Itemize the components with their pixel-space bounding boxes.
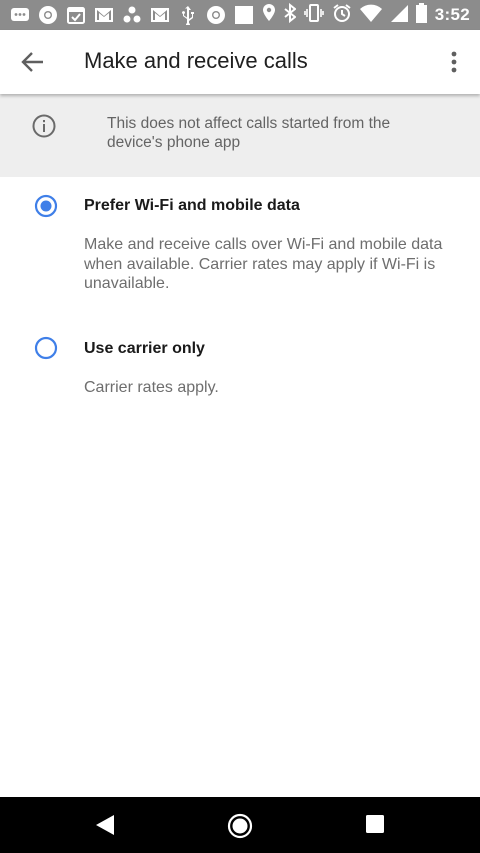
info-icon xyxy=(32,114,56,138)
option-carrier-only[interactable]: Use carrier only Carrier rates apply. xyxy=(0,320,480,420)
nav-recents-button[interactable] xyxy=(366,815,384,833)
page-title: Make and receive calls xyxy=(84,48,308,73)
back-button[interactable] xyxy=(20,50,46,74)
usb-icon xyxy=(178,5,198,27)
bluetooth-icon xyxy=(284,2,297,28)
signal-icon xyxy=(390,3,408,28)
navigation-bar xyxy=(0,797,480,853)
photos-icon xyxy=(122,5,142,25)
info-text: This does not affect calls started from … xyxy=(107,115,391,151)
vibrate-icon xyxy=(303,3,324,28)
nav-back-icon xyxy=(96,815,114,835)
arrow-back-icon xyxy=(21,52,43,72)
option-description: Make and receive calls over Wi-Fi and mo… xyxy=(84,236,443,292)
gmail-icon xyxy=(150,5,170,25)
status-time: 3:52 xyxy=(434,5,470,24)
option-label: Prefer Wi-Fi and mobile data xyxy=(84,197,300,214)
wifi-icon xyxy=(359,3,382,28)
notification-icons xyxy=(10,5,262,27)
radio-checked-icon xyxy=(34,194,58,218)
system-icons: 3:52 xyxy=(254,2,470,28)
nav-home-button[interactable] xyxy=(227,813,253,839)
calendar-check-icon xyxy=(66,5,86,25)
radio-prefer-wifi[interactable] xyxy=(34,194,58,218)
square-icon xyxy=(234,5,254,25)
nav-home-icon xyxy=(227,813,253,839)
app-bar: Make and receive calls xyxy=(0,30,480,94)
battery-icon xyxy=(415,2,427,28)
chat-icon xyxy=(10,5,30,25)
option-label: Use carrier only xyxy=(84,340,205,357)
radio-carrier-only[interactable] xyxy=(34,336,58,360)
radio-unchecked-icon xyxy=(34,336,58,360)
chrome-icon xyxy=(38,5,58,25)
gmail-icon xyxy=(94,5,114,25)
more-options-button[interactable] xyxy=(446,50,462,74)
location-icon xyxy=(262,3,276,28)
info-banner: This does not affect calls started from … xyxy=(0,94,480,177)
status-bar: 3:52 xyxy=(0,0,480,30)
option-prefer-wifi[interactable]: Prefer Wi-Fi and mobile data Make and re… xyxy=(0,177,480,307)
option-description: Carrier rates apply. xyxy=(84,379,219,396)
chrome-icon xyxy=(206,5,226,25)
more-vert-icon xyxy=(451,51,457,73)
alarm-icon xyxy=(332,3,352,28)
nav-recents-icon xyxy=(366,815,384,833)
nav-back-button[interactable] xyxy=(94,814,116,836)
